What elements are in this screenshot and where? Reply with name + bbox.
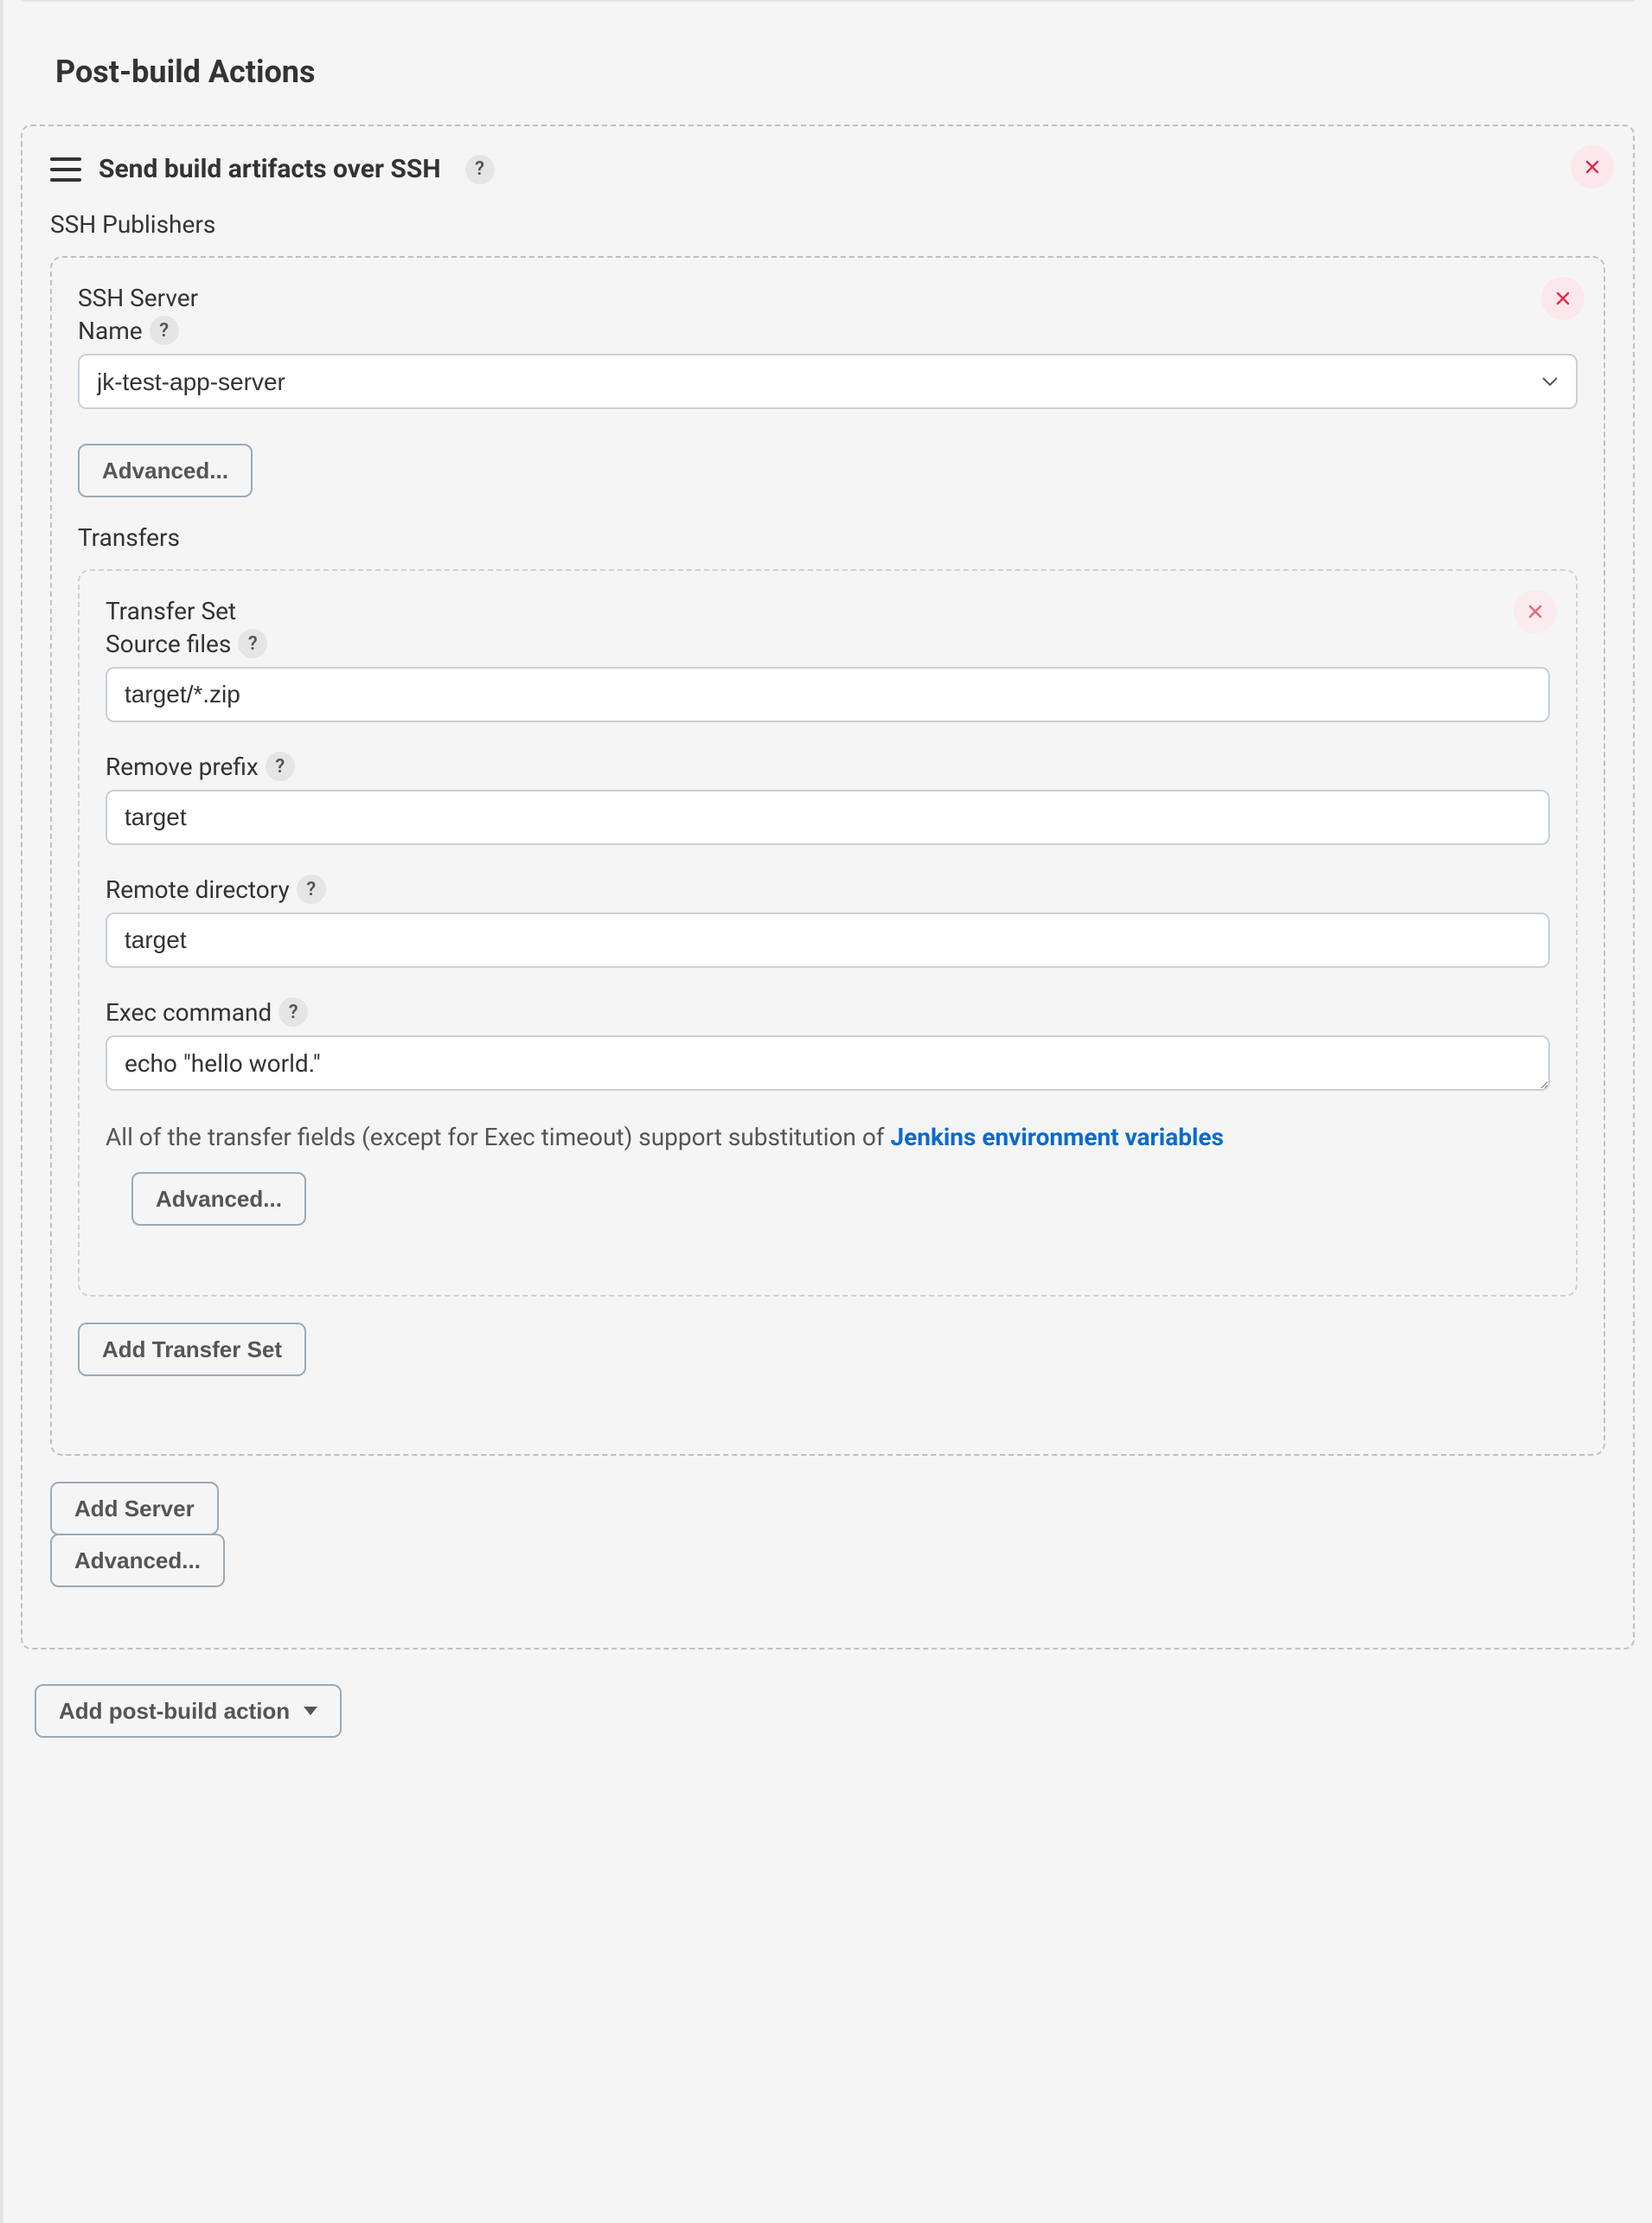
button-label: Advanced... (102, 458, 228, 484)
exec-command-group: Exec command ? (106, 997, 1550, 1097)
remove-server-button[interactable] (1541, 277, 1585, 320)
remove-prefix-group: Remove prefix ? (106, 752, 1550, 845)
transfer-set-panel: Transfer Set Source files ? Remove prefi… (78, 569, 1578, 1297)
ssh-server-advanced-button[interactable]: Advanced... (78, 444, 253, 497)
source-files-label: Source files (106, 630, 231, 658)
transfers-label: Transfers (78, 523, 1578, 552)
remote-directory-group: Remote directory ? (106, 874, 1550, 968)
name-label-row: Name ? (78, 316, 1578, 345)
outer-buttons: Add post-build action (35, 1684, 1635, 1738)
remote-directory-input[interactable] (106, 913, 1550, 968)
post-build-action-panel: Send build artifacts over SSH ? SSH Publ… (21, 125, 1635, 1650)
drag-handle-icon[interactable] (50, 157, 81, 182)
help-icon[interactable]: ? (297, 874, 326, 904)
add-post-build-action-button[interactable]: Add post-build action (35, 1684, 342, 1738)
transfer-hint: All of the transfer fields (except for E… (106, 1123, 1550, 1151)
source-files-group: Source files ? (106, 629, 1550, 722)
help-icon[interactable]: ? (150, 316, 179, 345)
panel-header: Send build artifacts over SSH ? (50, 154, 1605, 184)
help-icon[interactable]: ? (279, 997, 308, 1027)
ssh-server-name-select[interactable]: jk-test-app-server (78, 354, 1578, 409)
publishers-advanced-button[interactable]: Advanced... (50, 1534, 225, 1587)
close-icon (1584, 158, 1601, 176)
top-divider (21, 0, 1635, 2)
hint-text: All of the transfer fields (except for E… (106, 1123, 890, 1151)
add-transfer-set-button[interactable]: Add Transfer Set (78, 1323, 306, 1376)
button-label: Add Transfer Set (102, 1336, 282, 1363)
ssh-server-heading: SSH Server (78, 284, 1578, 312)
source-files-input[interactable] (106, 667, 1550, 722)
server-button-stack: Add Server Advanced... (50, 1482, 1605, 1586)
button-label: Advanced... (156, 1186, 282, 1213)
chevron-down-icon (304, 1707, 317, 1715)
ssh-publishers-label: SSH Publishers (50, 210, 1605, 239)
name-label: Name (78, 317, 143, 345)
exec-command-label: Exec command (106, 998, 272, 1027)
help-icon[interactable]: ? (465, 155, 495, 184)
add-server-button[interactable]: Add Server (50, 1482, 219, 1535)
help-icon[interactable]: ? (238, 629, 267, 658)
remote-directory-label: Remote directory (106, 875, 290, 904)
section-title: Post-build Actions (55, 54, 1635, 90)
transfer-set-heading: Transfer Set (106, 597, 1550, 625)
remove-prefix-label: Remove prefix (106, 753, 259, 781)
remove-prefix-input[interactable] (106, 790, 1550, 845)
ssh-server-panel: SSH Server Name ? jk-test-app-server Adv… (50, 256, 1605, 1456)
button-label: Add Server (74, 1496, 195, 1522)
exec-command-input[interactable] (106, 1035, 1550, 1091)
button-label: Add post-build action (59, 1698, 290, 1725)
remove-action-button[interactable] (1571, 145, 1614, 189)
close-icon (1527, 603, 1544, 620)
help-icon[interactable]: ? (266, 752, 295, 781)
jenkins-env-vars-link[interactable]: Jenkins environment variables (890, 1123, 1223, 1151)
remove-transfer-set-button[interactable] (1514, 590, 1557, 633)
page-container: Post-build Actions Send build artifacts … (0, 0, 1652, 2223)
transfer-advanced-button[interactable]: Advanced... (131, 1172, 306, 1226)
button-label: Advanced... (74, 1547, 201, 1574)
close-icon (1554, 290, 1572, 307)
transfer-advanced-wrap: Advanced... (131, 1172, 1550, 1226)
action-title: Send build artifacts over SSH (99, 154, 441, 184)
